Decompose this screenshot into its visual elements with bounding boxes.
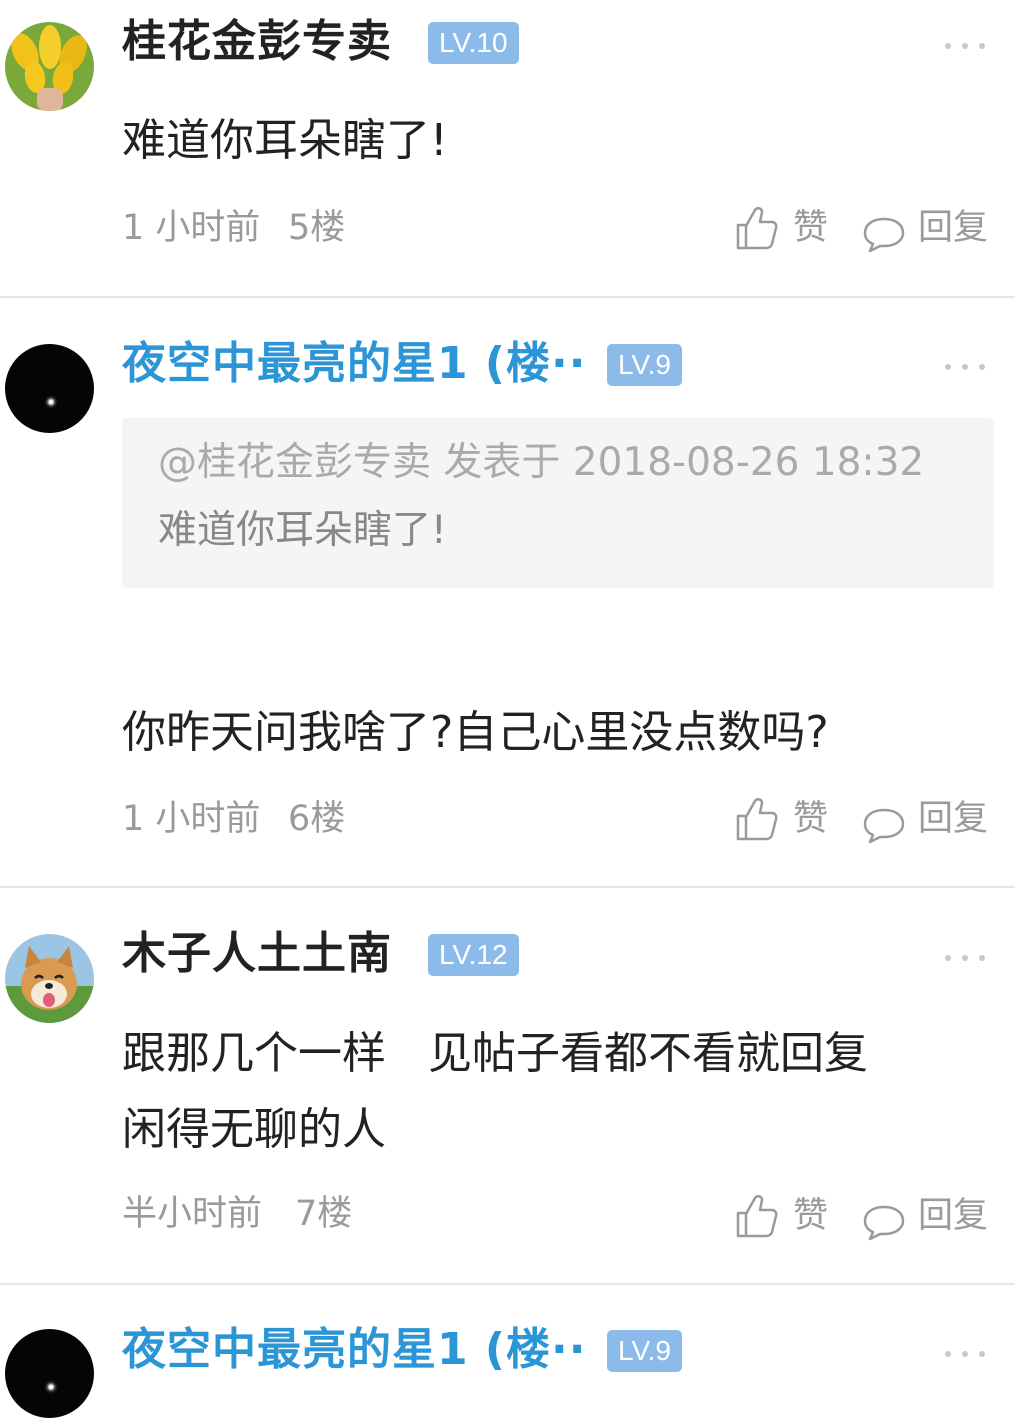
- post-content-line-2: 闲得无聊的人: [122, 1104, 386, 1155]
- speech-bubble-icon: [863, 217, 905, 253]
- post-content-line-1: 跟那几个一样 见帖子看都不看就回复: [122, 1028, 868, 1079]
- post-floor: 7楼: [295, 1194, 353, 1234]
- post-floor: 5楼: [288, 208, 346, 248]
- level-badge: LV.10: [428, 22, 519, 64]
- reply-button[interactable]: 回复: [862, 203, 997, 253]
- thumbs-up-icon: [736, 1195, 778, 1238]
- speech-bubble-icon: [863, 808, 905, 844]
- post-time: 1 小时前: [122, 799, 261, 839]
- post-8-partial: 夜空中最亮的星1 (楼·· LV.9: [0, 1285, 1015, 1418]
- like-label: 赞: [793, 208, 829, 248]
- level-badge: LV.9: [607, 1330, 682, 1372]
- reply-label: 回复: [918, 1196, 989, 1236]
- reply-label: 回复: [918, 799, 989, 839]
- post-6: 夜空中最亮的星1 (楼·· LV.9 @桂花金彭专卖 发表于 2018-08-2…: [0, 298, 1015, 886]
- more-dots-icon[interactable]: [945, 41, 985, 51]
- avatar[interactable]: [5, 1329, 94, 1418]
- username[interactable]: 夜空中最亮的星1 (楼··: [122, 1322, 586, 1378]
- more-dots-icon[interactable]: [945, 953, 985, 963]
- reply-button[interactable]: 回复: [862, 794, 997, 844]
- more-dots-icon[interactable]: [945, 362, 985, 372]
- thumbs-up-icon: [736, 207, 778, 250]
- post-content: 难道你耳朵瞎了!: [122, 115, 448, 166]
- post-time: 半小时前: [122, 1194, 263, 1234]
- post-7: 木子人土土南 LV.12 跟那几个一样 见帖子看都不看就回复 闲得无聊的人 半小…: [0, 888, 1015, 1283]
- post-time: 1 小时前: [122, 208, 261, 248]
- thumbs-up-icon: [736, 798, 778, 841]
- reply-label: 回复: [918, 208, 989, 248]
- avatar[interactable]: [5, 22, 94, 111]
- like-label: 赞: [793, 799, 829, 839]
- avatar[interactable]: [5, 344, 94, 433]
- reply-button[interactable]: 回复: [862, 1191, 997, 1241]
- speech-bubble-icon: [863, 1205, 905, 1241]
- quote-header[interactable]: @桂花金彭专卖 发表于 2018-08-26 18:32: [158, 438, 924, 488]
- like-button[interactable]: 赞: [735, 794, 835, 844]
- like-label: 赞: [793, 1196, 829, 1236]
- level-badge: LV.12: [428, 934, 519, 976]
- avatar[interactable]: [5, 934, 94, 1023]
- post-content: 你昨天问我啥了?自己心里没点数吗?: [122, 707, 829, 758]
- quoted-reply: @桂花金彭专卖 发表于 2018-08-26 18:32 难道你耳朵瞎了!: [122, 418, 994, 588]
- quote-text: 难道你耳朵瞎了!: [158, 508, 447, 553]
- post-5: 桂花金彭专卖 LV.10 难道你耳朵瞎了! 1 小时前 5楼 赞 回复: [0, 0, 1015, 296]
- post-floor: 6楼: [288, 799, 346, 839]
- username[interactable]: 桂花金彭专卖: [122, 14, 392, 70]
- username[interactable]: 木子人土土南: [122, 926, 392, 982]
- like-button[interactable]: 赞: [735, 203, 835, 253]
- like-button[interactable]: 赞: [735, 1191, 835, 1241]
- username[interactable]: 夜空中最亮的星1 (楼··: [122, 336, 586, 392]
- more-dots-icon[interactable]: [945, 1349, 985, 1359]
- level-badge: LV.9: [607, 344, 682, 386]
